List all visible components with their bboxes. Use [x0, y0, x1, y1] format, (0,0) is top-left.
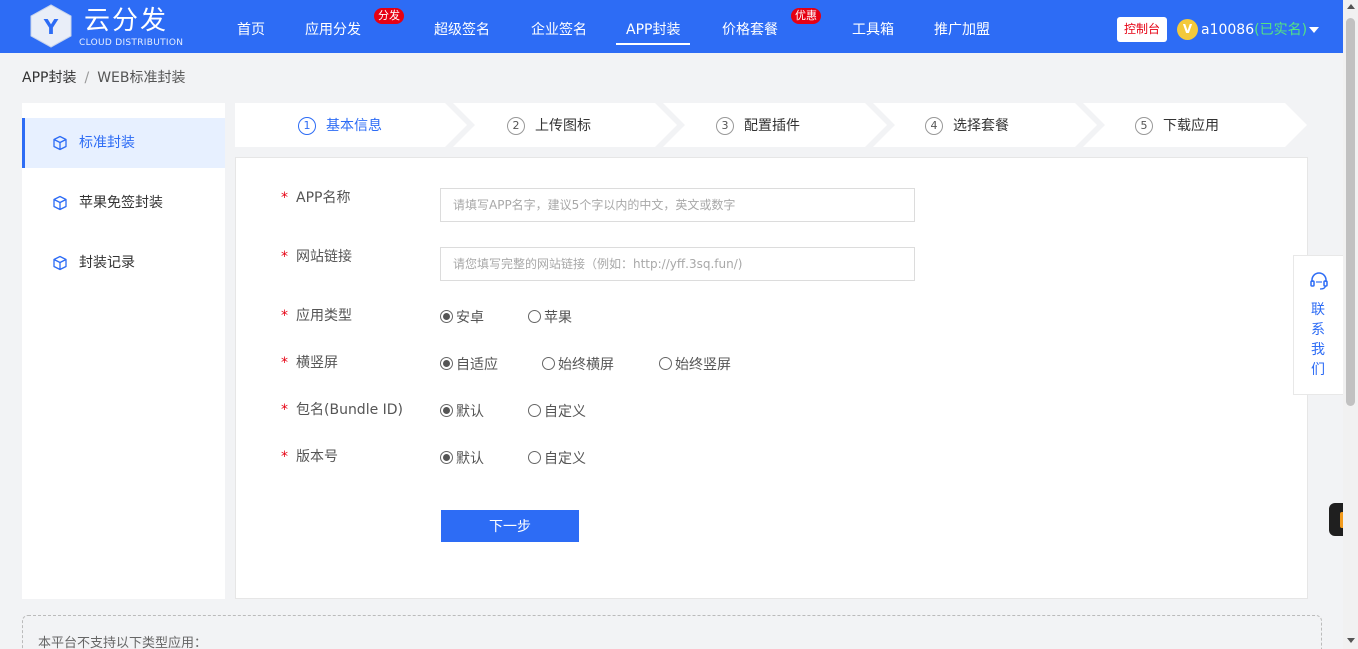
- radio-dot: [528, 451, 541, 464]
- nav-home[interactable]: 首页: [237, 0, 265, 53]
- chevron-down-icon[interactable]: [1309, 27, 1319, 33]
- contact-us-float[interactable]: 联系我们: [1293, 255, 1343, 395]
- breadcrumb-current: WEB标准封装: [97, 70, 186, 86]
- verified-status: (已实名): [1254, 22, 1308, 38]
- unsupported-notice: 本平台不支持以下类型应用：: [22, 615, 1322, 649]
- cube-icon: [53, 135, 67, 151]
- logo-letter: Y: [43, 15, 59, 39]
- step-3-label[interactable]: 配置插件: [744, 116, 800, 136]
- step-3-number: 3: [716, 117, 734, 135]
- notice-text: 本平台不支持以下类型应用：: [38, 636, 208, 649]
- nav-super-signature[interactable]: 超级签名: [434, 0, 490, 53]
- sidebar-item-package-records[interactable]: 封装记录: [22, 238, 225, 288]
- scroll-down-icon[interactable]: [1347, 638, 1355, 643]
- radio-label: 安卓: [456, 310, 484, 326]
- step-5-label[interactable]: 下载应用: [1163, 116, 1219, 136]
- radio-dot: [440, 357, 453, 370]
- vip-icon: V: [1177, 19, 1198, 40]
- user-name: a10086: [1201, 22, 1255, 38]
- top-navbar: Y 云分发 CLOUD DISTRIBUTION 首页 应用分发 分发 超级签名…: [0, 0, 1343, 53]
- step-5-number: 5: [1135, 117, 1153, 135]
- step-1-number: 1: [298, 117, 316, 135]
- app-name-label: APP名称: [296, 190, 351, 206]
- breadcrumb: APP封装 / WEB标准封装: [22, 69, 185, 87]
- side-menu: 标准封装 苹果免签封装 封装记录: [22, 103, 225, 599]
- radio-label: 自定义: [544, 404, 586, 420]
- nav-pricing[interactable]: 价格套餐: [722, 0, 778, 53]
- nav-affiliate[interactable]: 推广加盟: [934, 0, 990, 53]
- scroll-up-icon[interactable]: [1347, 4, 1355, 9]
- form-panel: [235, 157, 1308, 599]
- breadcrumb-separator: /: [84, 70, 90, 86]
- app-type-label: 应用类型: [296, 308, 352, 324]
- bundle-id-label: 包名(Bundle ID): [296, 402, 404, 418]
- step-4-label[interactable]: 选择套餐: [953, 116, 1009, 136]
- site-url-input[interactable]: [440, 247, 915, 281]
- required-mark: *: [281, 190, 288, 206]
- nav-toolbox[interactable]: 工具箱: [852, 0, 894, 53]
- radio-dot: [528, 310, 541, 323]
- version-label: 版本号: [296, 449, 338, 465]
- required-mark: *: [281, 449, 288, 465]
- radio-dot: [542, 357, 555, 370]
- nav-pricing-badge: 优惠: [791, 8, 821, 24]
- nav-enterprise-signature[interactable]: 企业签名: [531, 0, 587, 53]
- radio-dot: [440, 451, 453, 464]
- radio-label: 默认: [456, 404, 484, 420]
- step-1-label[interactable]: 基本信息: [326, 116, 382, 136]
- orientation-label: 横竖屏: [296, 355, 338, 371]
- logo-title[interactable]: 云分发: [84, 4, 168, 38]
- radio-label: 始终横屏: [558, 357, 614, 373]
- logo-icon[interactable]: Y: [28, 4, 74, 48]
- next-step-button[interactable]: 下一步: [441, 510, 579, 542]
- logo-subtitle: CLOUD DISTRIBUTION: [79, 38, 184, 48]
- radio-dot: [440, 404, 453, 417]
- cube-icon: [53, 255, 67, 271]
- radio-label: 苹果: [544, 310, 572, 326]
- scroll-thumb[interactable]: [1346, 18, 1355, 406]
- sidebar-item-label: 封装记录: [79, 255, 135, 271]
- radio-label: 始终竖屏: [675, 357, 731, 373]
- required-mark: *: [281, 402, 288, 418]
- step-2-label[interactable]: 上传图标: [535, 116, 591, 136]
- radio-dot: [659, 357, 672, 370]
- console-button[interactable]: 控制台: [1117, 17, 1167, 42]
- sidebar-item-standard-package[interactable]: 标准封装: [22, 118, 225, 168]
- nav-distribution-badge: 分发: [374, 8, 404, 24]
- step-progress: 1 基本信息 2 上传图标 3 配置插件 4 选择套餐 5 下载应用: [235, 103, 1308, 147]
- sidebar-item-label: 标准封装: [79, 135, 135, 151]
- nav-app-distribution[interactable]: 应用分发: [305, 0, 361, 53]
- required-mark: *: [281, 308, 288, 324]
- breadcrumb-root[interactable]: APP封装: [22, 70, 76, 86]
- app-name-input[interactable]: [440, 188, 915, 222]
- radio-label: 自定义: [544, 451, 586, 467]
- cube-icon: [53, 195, 67, 211]
- page-scrollbar[interactable]: [1343, 0, 1358, 649]
- headset-icon: [1310, 272, 1328, 290]
- nav-app-package[interactable]: APP封装: [615, 0, 692, 53]
- required-mark: *: [281, 249, 288, 265]
- radio-dot: [440, 310, 453, 323]
- step-4-number: 4: [925, 117, 943, 135]
- sidebar-item-ios-nosign-package[interactable]: 苹果免签封装: [22, 178, 225, 228]
- contact-label: 联系我们: [1311, 302, 1325, 378]
- site-url-label: 网站链接: [296, 249, 352, 265]
- user-menu[interactable]: a10086(已实名): [1201, 20, 1307, 40]
- radio-label: 默认: [456, 451, 484, 467]
- step-2-number: 2: [507, 117, 525, 135]
- radio-label: 自适应: [456, 357, 498, 373]
- sidebar-item-label: 苹果免签封装: [79, 195, 163, 211]
- radio-dot: [528, 404, 541, 417]
- required-mark: *: [281, 355, 288, 371]
